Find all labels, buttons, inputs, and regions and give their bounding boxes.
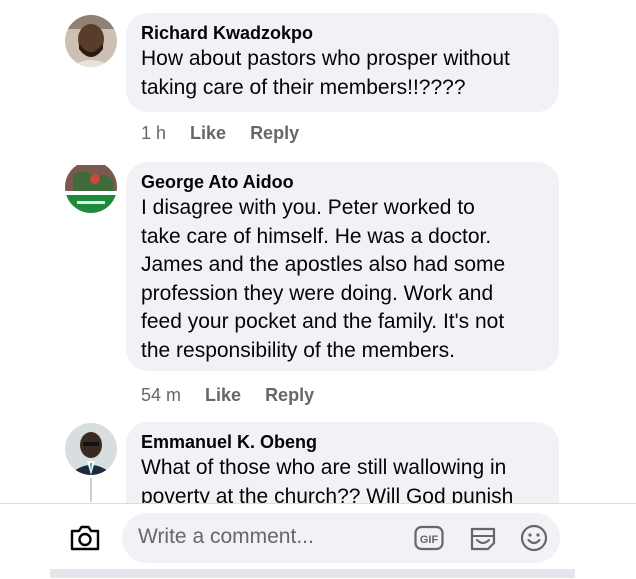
gif-icon[interactable]: GIF — [414, 523, 444, 553]
comment-bubble: Richard Kwadzokpo How about pastors who … — [126, 13, 559, 112]
camera-icon[interactable] — [68, 521, 102, 555]
comment-actions: 54 m Like Reply — [141, 385, 314, 406]
sticker-icon[interactable] — [468, 523, 498, 553]
gif-label: GIF — [420, 534, 439, 546]
comment-bubble: Emmanuel K. Obeng What of those who are … — [126, 422, 559, 503]
comment-text: I disagree with you. Peter worked to tak… — [141, 196, 506, 362]
comment-bubble: George Ato Aidoo I disagree with you. Pe… — [126, 162, 559, 371]
like-button[interactable]: Like — [205, 385, 241, 406]
avatar[interactable] — [65, 15, 117, 67]
reply-button[interactable]: Reply — [265, 385, 314, 406]
comment-actions: 1 h Like Reply — [141, 123, 299, 144]
avatar[interactable] — [65, 161, 117, 213]
comment-time[interactable]: 1 h — [141, 123, 166, 144]
comment-time[interactable]: 54 m — [141, 385, 181, 406]
comment-text: What of those who are still wallowing in… — [141, 456, 514, 503]
thread-line — [90, 478, 92, 502]
like-button[interactable]: Like — [190, 123, 226, 144]
comment-text: How about pastors who prosper without ta… — [141, 47, 510, 99]
bottom-bar — [50, 569, 575, 578]
comment-author[interactable]: George Ato Aidoo — [141, 170, 543, 194]
comment-author[interactable]: Emmanuel K. Obeng — [141, 430, 543, 454]
comment-input-placeholder: Write a comment... — [138, 525, 314, 548]
comment-author[interactable]: Richard Kwadzokpo — [141, 21, 543, 45]
avatar[interactable] — [65, 423, 117, 475]
comment-input[interactable]: Write a comment... GIF — [122, 513, 560, 563]
emoji-icon[interactable] — [519, 523, 549, 553]
reply-button[interactable]: Reply — [250, 123, 299, 144]
